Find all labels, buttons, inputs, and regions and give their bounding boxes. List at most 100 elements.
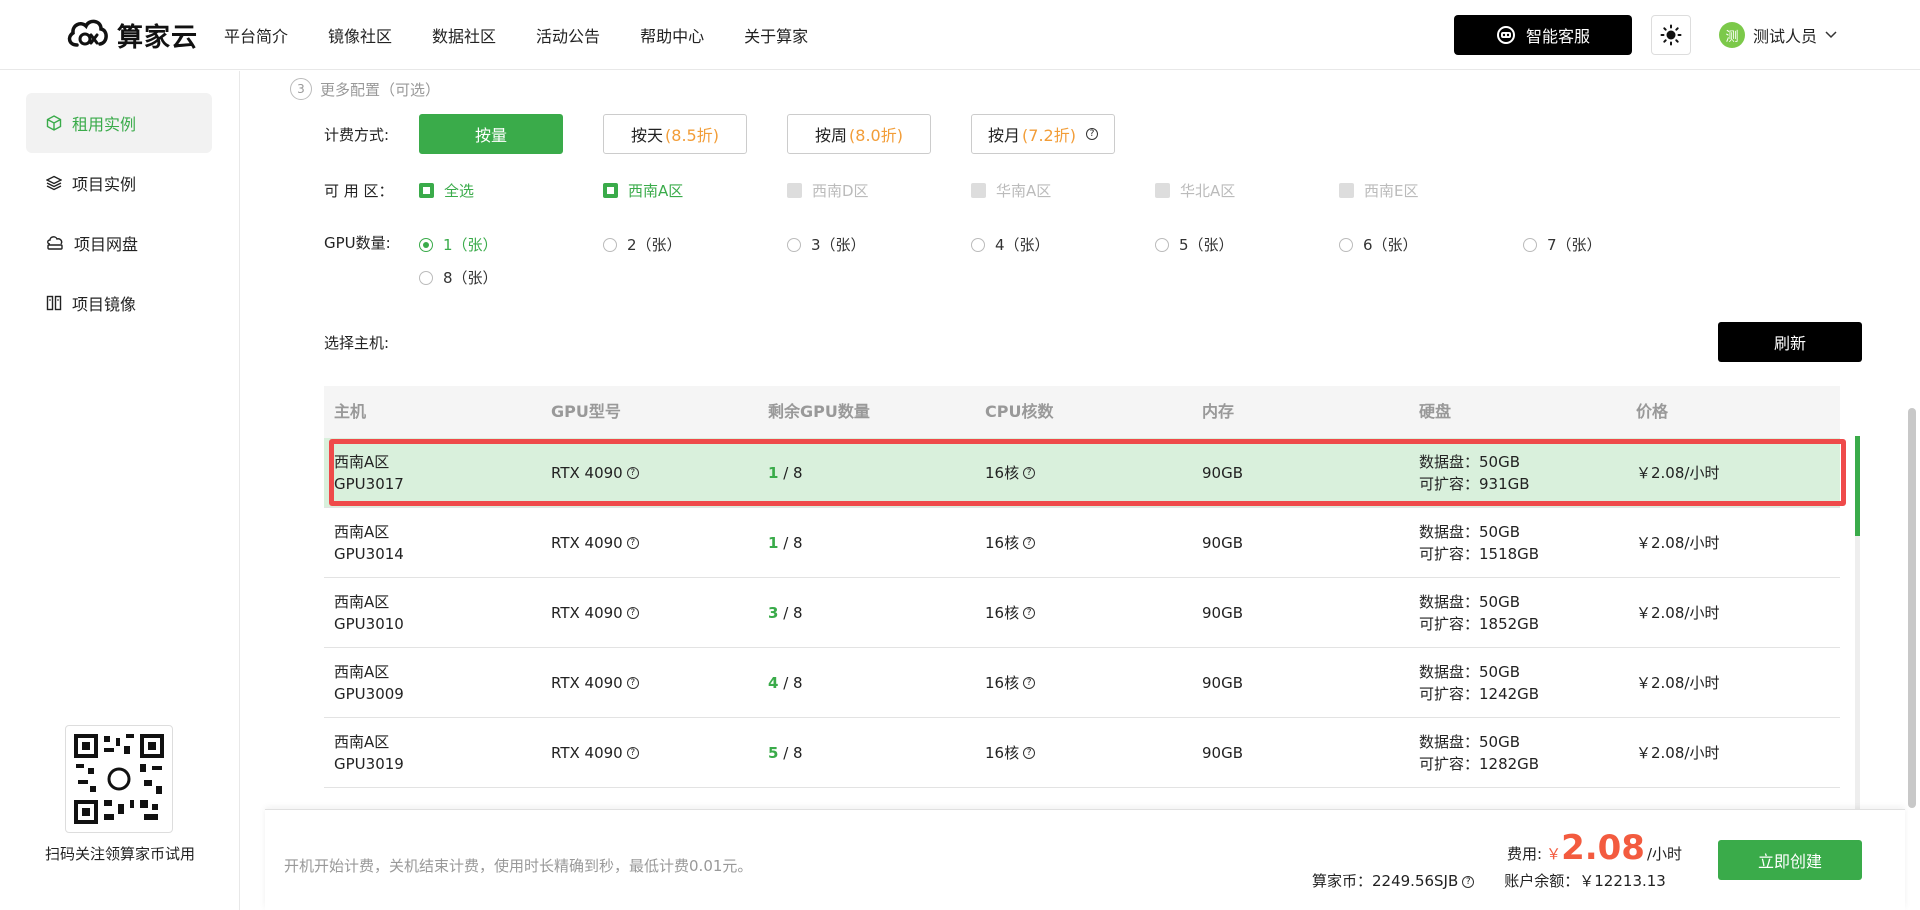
table-scrollbar-thumb[interactable] [1855, 436, 1860, 536]
billing-weekly-button[interactable]: 按周 (8.0折) [787, 114, 931, 154]
layers-icon [46, 175, 62, 191]
help-icon[interactable]: ? [1023, 747, 1036, 759]
price-cell: ￥2.08/小时 [1636, 533, 1720, 552]
table-row[interactable]: 西南A区 GPU3014 RTX 4090? 1 / 8 16核? 90GB 数据盘：50G… [324, 508, 1840, 578]
smart-service-button[interactable]: 智能客服 [1454, 15, 1632, 55]
gpu-count-option-label: 7（张） [1547, 236, 1602, 254]
gpu-model-cell: RTX 4090? [541, 602, 758, 624]
host-zone: 西南A区 [334, 592, 390, 611]
zone-checkbox-southwest-a[interactable]: 西南A区 [603, 180, 683, 201]
gpu-count-radio-7[interactable]: 7（张） [1523, 234, 1602, 255]
checkbox-icon [1155, 183, 1170, 198]
nav-item-intro[interactable]: 平台简介 [224, 23, 288, 47]
nav-item-events[interactable]: 活动公告 [536, 23, 600, 47]
help-icon[interactable]: ? [1085, 128, 1098, 140]
nav-item-about[interactable]: 关于算家 [744, 23, 808, 47]
nav-item-help[interactable]: 帮助中心 [640, 23, 704, 47]
gpu-count-radio-3[interactable]: 3（张） [787, 234, 866, 255]
gpu-count-radio-4[interactable]: 4（张） [971, 234, 1050, 255]
create-now-button[interactable]: 立即创建 [1718, 840, 1862, 880]
zone-option-label: 华北A区 [1180, 182, 1236, 200]
brand-logo[interactable]: 算家云 [63, 14, 198, 56]
help-icon[interactable]: ? [1023, 467, 1036, 479]
cpu-text: 16核 [985, 603, 1020, 622]
billing-hourly-button[interactable]: 按量 [419, 114, 563, 154]
gpu-model-cell: RTX 4090? [541, 742, 758, 764]
help-icon[interactable]: ? [1462, 875, 1475, 888]
col-cpu: CPU核数 [985, 402, 1054, 421]
host-id: GPU3019 [334, 754, 404, 773]
checkbox-icon [787, 183, 802, 198]
gpu-count-radio-5[interactable]: 5（张） [1155, 234, 1234, 255]
zone-checkbox-southwest-d[interactable]: 西南D区 [787, 180, 869, 201]
qr-code [65, 725, 173, 833]
gpu-count-option-label: 1（张） [443, 236, 498, 254]
sidebar-item-project-image[interactable]: 项目镜像 [26, 273, 212, 333]
table-row[interactable]: 西南A区 GPU3010 RTX 4090? 3 / 8 16核? 90GB 数据盘：50G… [324, 578, 1840, 648]
remaining-gpu-cell: 1 / 8 [758, 462, 975, 484]
user-menu[interactable]: 测 测试人员 [1719, 20, 1837, 50]
nav-item-image-community[interactable]: 镜像社区 [328, 23, 392, 47]
billing-monthly-button[interactable]: 按月 (7.2折) ? [971, 114, 1115, 154]
sidebar-item-rent-instance[interactable]: 租用实例 [26, 93, 212, 153]
expandable-disk: 可扩容：931GB [1419, 474, 1530, 493]
billing-option-label: 按周 [815, 126, 848, 145]
data-disk: 数据盘：50GB [1419, 592, 1521, 611]
host-table: 主机 GPU型号 剩余GPU数量 CPU核数 内存 硬盘 价格 西南A区 GPU3… [324, 386, 1840, 858]
sidebar-item-project-instance[interactable]: 项目实例 [26, 153, 212, 213]
gpu-count-radio-6[interactable]: 6（张） [1339, 234, 1418, 255]
help-icon[interactable]: ? [626, 747, 639, 759]
coin-balance: 算家币：2249.56SJB? [1312, 870, 1475, 891]
zone-checkbox-southwest-e[interactable]: 西南E区 [1339, 180, 1418, 201]
gpu-count-option-label: 4（张） [995, 236, 1050, 254]
col-memory: 内存 [1202, 402, 1235, 421]
cpu-cell: 16核? [975, 672, 1192, 694]
page-scrollbar[interactable] [1908, 408, 1916, 808]
disk-cell: 数据盘：50GB 可扩容：1282GB [1409, 731, 1626, 775]
qr-caption: 扫码关注领算家币试用 [44, 845, 195, 863]
cpu-text: 16核 [985, 673, 1020, 692]
cpu-cell: 16核? [975, 462, 1192, 484]
nav-item-data-community[interactable]: 数据社区 [432, 23, 496, 47]
radio-icon [1155, 237, 1169, 252]
host-id: GPU3017 [334, 474, 404, 493]
sidebar-item-label: 项目实例 [72, 175, 137, 194]
cpu-text: 16核 [985, 743, 1020, 762]
help-icon[interactable]: ? [626, 467, 639, 479]
refresh-button[interactable]: 刷新 [1718, 322, 1862, 362]
zone-checkbox-north-a[interactable]: 华北A区 [1155, 180, 1235, 201]
expandable-disk: 可扩容：1518GB [1419, 544, 1540, 563]
col-gpu-model: GPU型号 [551, 402, 621, 421]
table-row[interactable]: 西南A区 GPU3009 RTX 4090? 4 / 8 16核? 90GB 数据盘：50G… [324, 648, 1840, 718]
billing-option-label: 按月 [988, 126, 1021, 145]
help-icon[interactable]: ? [1023, 677, 1036, 689]
cpu-text: 16核 [985, 533, 1020, 552]
top-header: 算家云 平台简介 镜像社区 数据社区 活动公告 帮助中心 关于算家 智能客服 测… [0, 0, 1920, 70]
disk-cell: 数据盘：50GB 可扩容：931GB [1409, 451, 1626, 495]
sun-icon [1660, 24, 1682, 46]
theme-toggle-button[interactable] [1651, 15, 1691, 55]
help-icon[interactable]: ? [626, 537, 639, 549]
gpu-count-radio-1[interactable]: 1（张） [419, 234, 498, 255]
help-icon[interactable]: ? [626, 677, 639, 689]
gpu-count-radio-2[interactable]: 2（张） [603, 234, 682, 255]
zone-checkbox-south-a[interactable]: 华南A区 [971, 180, 1051, 201]
gpu-count-radio-8[interactable]: 8（张） [419, 267, 498, 288]
col-remaining-gpu: 剩余GPU数量 [768, 402, 870, 421]
billing-note: 开机开始计费，关机结束计费，使用时长精确到秒，最低计费0.01元。 [284, 857, 753, 875]
memory-cell: 90GB [1202, 463, 1244, 482]
gpu-count-label: GPU数量: [324, 234, 391, 252]
table-row[interactable]: 西南A区 GPU3017 RTX 4090? 1 / 8 16核? 90GB 数据盘：50G… [324, 438, 1840, 508]
billing-daily-button[interactable]: 按天 (8.5折) [603, 114, 747, 154]
cloud-disk-icon [47, 236, 63, 250]
sidebar-item-project-disk[interactable]: 项目网盘 [26, 213, 212, 273]
host-zone: 西南A区 [334, 732, 390, 751]
help-icon[interactable]: ? [1023, 607, 1036, 619]
table-row[interactable]: 西南A区 GPU3019 RTX 4090? 5 / 8 16核? 90GB 数据盘：50G… [324, 718, 1840, 788]
step-more-config: 3 更多配置（可选） [290, 78, 440, 100]
billing-label: 计费方式: [324, 126, 390, 144]
help-icon[interactable]: ? [1023, 537, 1036, 549]
memory-cell: 90GB [1202, 673, 1244, 692]
help-icon[interactable]: ? [626, 607, 639, 619]
zone-checkbox-all[interactable]: 全选 [419, 180, 474, 201]
